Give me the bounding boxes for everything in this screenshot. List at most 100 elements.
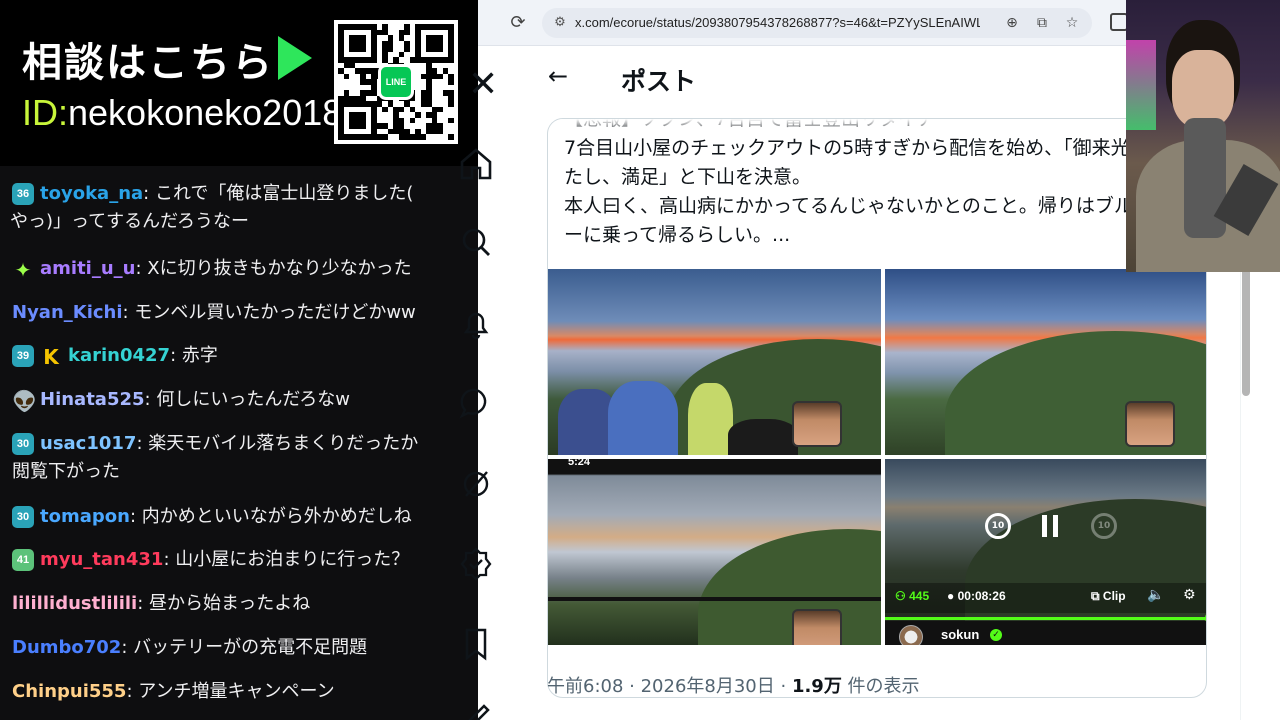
video-progress-bar[interactable]: [885, 617, 1206, 620]
crown-icon: K: [43, 345, 59, 369]
media-image[interactable]: [548, 269, 881, 455]
chat-username[interactable]: toyoka_na: [40, 183, 143, 204]
post-time[interactable]: 午前6:08: [547, 676, 623, 697]
chat-text: バッテリーがの充電不足問題: [133, 637, 368, 658]
bookmark-star-icon[interactable]: ☆: [1062, 13, 1082, 33]
verified-icon[interactable]: [456, 544, 496, 584]
screen: 相談はこちら ID:nekokoneko2018 LINE 36 toyoka_n…: [0, 0, 1280, 720]
chat-username[interactable]: karin0427: [68, 345, 170, 366]
subscriber-badge: 30: [12, 506, 34, 528]
chat-message: 36 toyoka_na: これで「俺は富士山登りました( やっ)」ってするんだろ…: [10, 183, 414, 232]
subscriber-badge: 30: [12, 433, 34, 455]
chat-text: 内かめといいながら外かめだしね: [141, 506, 412, 527]
x-logo-icon[interactable]: ✕: [468, 64, 498, 105]
reload-icon[interactable]: ⟳: [508, 13, 528, 33]
chat-message: 30 usac1017: 楽天モバイル落ちまくりだったか 閲覧下がった: [12, 433, 419, 482]
chat-username[interactable]: usac1017: [40, 433, 136, 454]
rewind-10-button[interactable]: 10: [985, 513, 1011, 539]
quoted-post-text: 【悲報】ソクン、7合目で富士登山リタイア 7合目山小屋のチェックアウトの5時すぎ…: [564, 119, 1190, 246]
home-icon[interactable]: [456, 144, 496, 184]
post-metadata: 午前6:08 · 2026年8月30日 · 1.9万 件の表示: [547, 676, 920, 697]
chat-username[interactable]: myu_tan431: [40, 549, 163, 570]
grok-icon[interactable]: [456, 464, 496, 504]
x-nav-rail: ✕: [459, 46, 524, 720]
chat-username[interactable]: Dumbo702: [12, 637, 121, 658]
channel-name[interactable]: sokun: [941, 627, 979, 642]
zoom-icon[interactable]: ⊕: [1002, 13, 1022, 33]
chat-username[interactable]: Hinata525: [40, 389, 145, 410]
chat-text: モンベル買いたかっただけどかww: [134, 302, 416, 323]
settings-icon[interactable]: ⚙: [1183, 587, 1196, 603]
clip-button[interactable]: ⧉ Clip: [1091, 589, 1126, 604]
promo-id-prefix: ID:: [22, 92, 69, 133]
messages-icon[interactable]: [456, 383, 496, 423]
play-arrow-icon: [278, 36, 312, 80]
chat-text: これで「俺は富士山登りました(: [154, 183, 414, 204]
alien-icon: 👽: [12, 389, 37, 413]
channel-row: sokun ✓: [885, 621, 1206, 645]
bookmarks-icon[interactable]: [456, 624, 496, 664]
chat-message: Chinpui555: アンチ増量キャンペーン: [12, 681, 335, 702]
address-bar[interactable]: ⚙ x.com/ecorue/status/209380795437826887…: [542, 8, 1092, 38]
chat-message: 30 tomapon: 内かめといいながら外かめだしね: [12, 503, 432, 531]
chat-text: 楽天モバイル落ちまくりだったか: [148, 433, 419, 454]
sparkle-icon: ✦: [14, 258, 32, 282]
volume-icon[interactable]: 🔈: [1147, 587, 1164, 603]
line-logo: LINE: [378, 64, 414, 100]
video-controls: 10 10 ⚇ 445 ● 00:08:26 ⧉ Clip 🔈 ⚙ sokun …: [885, 459, 1206, 645]
chat-username[interactable]: tomapon: [40, 506, 130, 527]
url-text[interactable]: x.com/ecorue/status/2093807954378268877?…: [575, 13, 980, 33]
chat-username[interactable]: amiti_u_u: [40, 258, 135, 279]
chat-username[interactable]: Nyan_Kichi: [12, 302, 123, 323]
subscriber-badge: 41: [12, 549, 34, 571]
media-image[interactable]: 5:24: [548, 459, 881, 645]
chat-text: アンチ増量キャンペーン: [138, 681, 335, 702]
chat-message: lilillidustlilili: 昼から始まったよね: [12, 593, 311, 614]
chat-message: Nyan_Kichi: モンベル買いたかっただけどかww: [12, 302, 416, 323]
subscriber-badge: 39: [12, 345, 34, 367]
phone-status-time: 5:24: [568, 459, 591, 468]
install-app-icon[interactable]: ⧉: [1032, 13, 1052, 33]
jobs-icon[interactable]: [456, 696, 496, 720]
chat-message: Dumbo702: バッテリーがの充電不足問題: [12, 637, 368, 658]
chat-username[interactable]: lilillidustlilili: [12, 593, 137, 614]
site-info-icon[interactable]: ⚙: [550, 13, 570, 33]
chat-message: 👽 Hinata525: 何しにいったんだろなw: [12, 389, 350, 413]
back-arrow-icon[interactable]: ←: [548, 64, 572, 88]
chat-text: 赤字: [181, 345, 218, 366]
stream-info-bar: ⚇ 445 ● 00:08:26 ⧉ Clip 🔈 ⚙: [885, 583, 1206, 613]
channel-avatar[interactable]: [899, 625, 923, 645]
viewer-count: ⚇ 445: [895, 589, 930, 603]
header-overlap-fade: [548, 119, 1206, 131]
media-video[interactable]: 10 10 ⚇ 445 ● 00:08:26 ⧉ Clip 🔈 ⚙ sokun …: [885, 459, 1206, 645]
promo-banner: 相談はこちら ID:nekokoneko2018 LINE: [0, 0, 478, 166]
search-icon[interactable]: [456, 222, 496, 262]
qr-code: LINE: [334, 20, 458, 144]
webcam-feed: [1126, 0, 1280, 272]
verified-badge-icon: ✓: [990, 629, 1002, 641]
chat-text: 山小屋にお泊まりに行った？: [175, 549, 410, 570]
pause-button[interactable]: [1035, 511, 1065, 541]
chat-text: 何しにいったんだろなw: [156, 389, 350, 410]
chat-message: ✦ amiti_u_u: Xに切り抜きもかなり少なかった: [12, 255, 432, 283]
chat-message: 41 myu_tan431: 山小屋にお泊まりに行った？: [12, 546, 432, 574]
elapsed-time: ● 00:08:26: [947, 589, 1006, 603]
forward-10-button[interactable]: 10: [1091, 513, 1117, 539]
media-image[interactable]: [885, 269, 1206, 455]
chat-username[interactable]: Chinpui555: [12, 681, 126, 702]
streamer-face-overlay: [792, 609, 842, 645]
promo-id-value: nekokoneko2018: [68, 92, 343, 133]
quoted-post[interactable]: 【悲報】ソクン、7合目で富士登山リタイア 7合目山小屋のチェックアウトの5時すぎ…: [547, 118, 1207, 698]
promo-title: 相談はこちら: [22, 40, 274, 86]
post-date[interactable]: 2026年8月30日: [641, 676, 775, 697]
page-title: ポスト: [621, 67, 697, 96]
chat-text: Xに切り抜きもかなり少なかった: [147, 258, 412, 279]
chat-panel: 36 toyoka_na: これで「俺は富士山登りました( やっ)」ってするんだろ…: [0, 166, 432, 720]
scrollbar-thumb[interactable]: [1242, 266, 1250, 396]
view-count: 1.9万: [791, 676, 842, 697]
notifications-bell-icon[interactable]: [456, 304, 496, 344]
chat-message: 39 Kkarin0427: 赤字: [12, 342, 432, 370]
browser-toolbar: ⟳ ⚙ x.com/ecorue/status/2093807954378268…: [478, 0, 1128, 46]
view-count-suffix: 件の表示: [841, 676, 920, 697]
subscriber-badge: 36: [12, 183, 34, 205]
